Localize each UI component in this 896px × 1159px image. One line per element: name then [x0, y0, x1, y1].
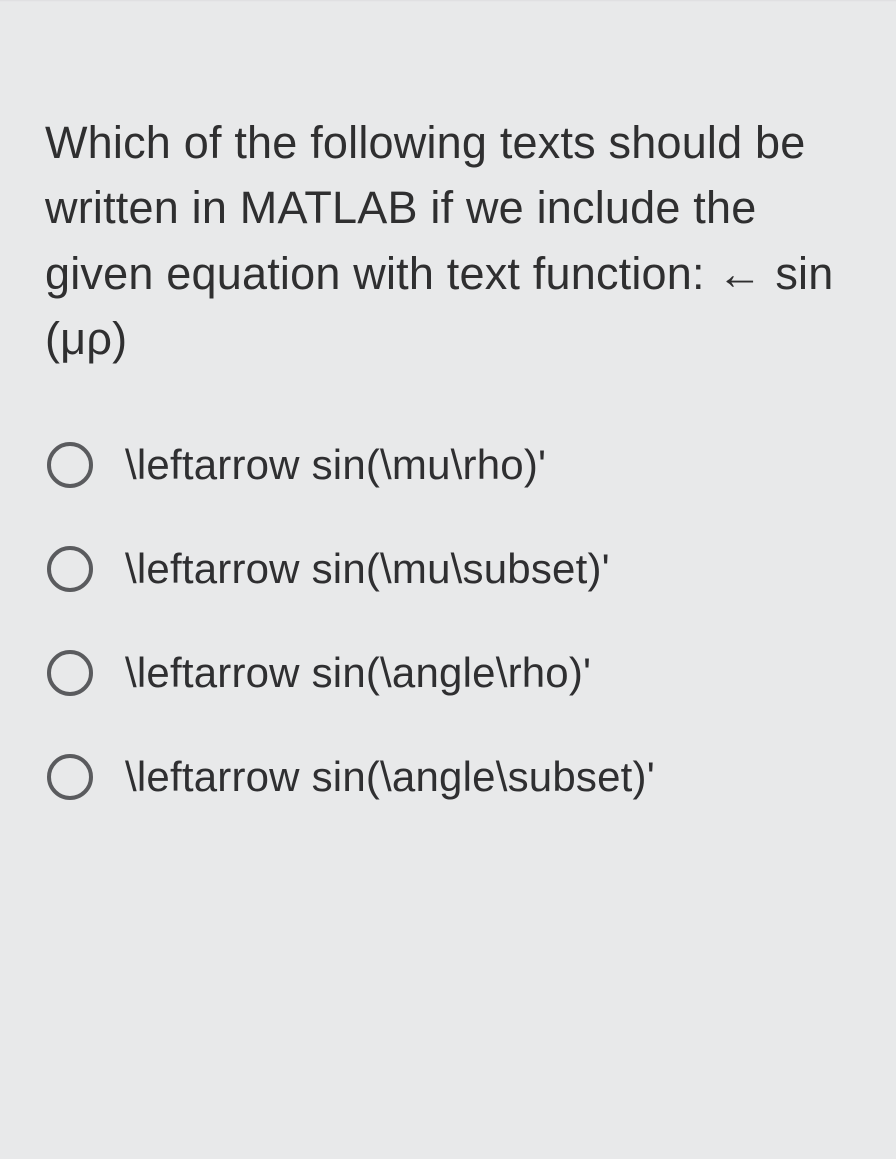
radio-button-1[interactable] [47, 442, 93, 488]
option-4[interactable]: \leftarrow sin(\angle\subset)' [47, 753, 851, 801]
top-divider [0, 0, 896, 2]
option-1[interactable]: \leftarrow sin(\mu\rho)' [47, 441, 851, 489]
option-2[interactable]: \leftarrow sin(\mu\subset)' [47, 545, 851, 593]
option-4-label: \leftarrow sin(\angle\subset)' [125, 753, 655, 801]
radio-button-4[interactable] [47, 754, 93, 800]
quiz-container: Which of the following texts should be w… [0, 0, 896, 1159]
question-text: Which of the following texts should be w… [45, 110, 851, 371]
options-list: \leftarrow sin(\mu\rho)' \leftarrow sin(… [45, 441, 851, 801]
radio-button-2[interactable] [47, 546, 93, 592]
option-3-label: \leftarrow sin(\angle\rho)' [125, 649, 591, 697]
option-2-label: \leftarrow sin(\mu\subset)' [125, 545, 610, 593]
option-1-label: \leftarrow sin(\mu\rho)' [125, 441, 546, 489]
radio-button-3[interactable] [47, 650, 93, 696]
option-3[interactable]: \leftarrow sin(\angle\rho)' [47, 649, 851, 697]
